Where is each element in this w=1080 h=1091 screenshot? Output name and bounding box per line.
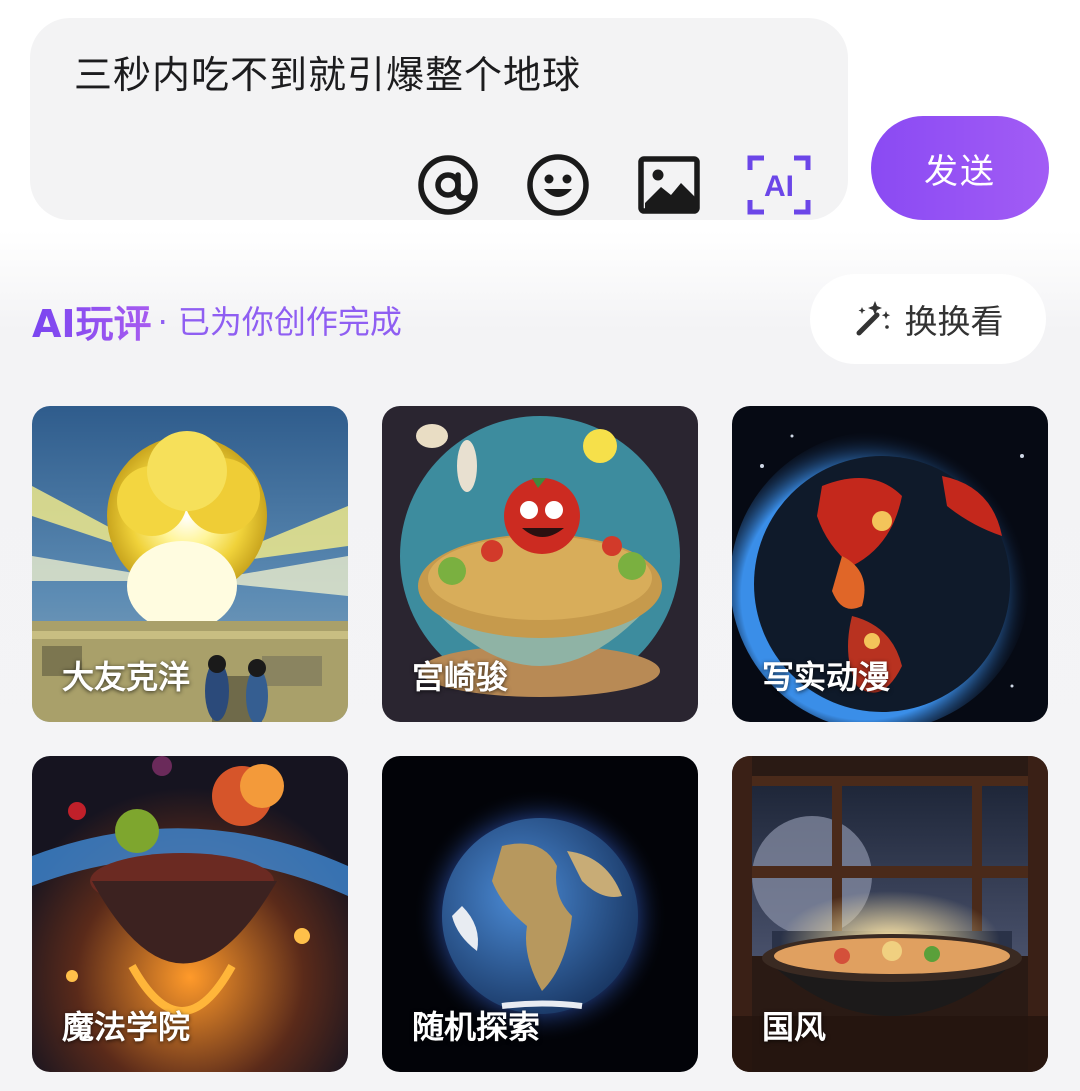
shuffle-label: 换换看 [904,302,1004,341]
style-card-magic-academy[interactable]: 魔法学院 [32,756,348,1072]
style-label: 写实动漫 [762,658,891,696]
style-label: 国风 [762,1008,827,1046]
section-subtitle: · 已为你创作完成 [157,303,402,341]
ai-icon[interactable]: AI [746,152,812,218]
send-button[interactable]: 发送 [871,116,1049,220]
style-label: 随机探索 [412,1008,541,1046]
style-grid: 大友克洋 宫崎骏 写实动漫 魔法学院 随机探索 国风 [32,406,1048,1072]
style-card-otomo[interactable]: 大友克洋 [32,406,348,722]
style-card-random-explore[interactable]: 随机探索 [382,756,698,1072]
style-card-guofeng[interactable]: 国风 [732,756,1048,1072]
comment-input[interactable]: 三秒内吃不到就引爆整个地球 [74,44,581,99]
style-label: 魔法学院 [62,1008,191,1046]
section-title: AI玩评 [32,293,152,348]
comment-composer: 三秒内吃不到就引爆整个地球 AI [30,18,848,220]
ai-icon-label: AI [764,170,794,203]
at-icon[interactable] [415,152,481,218]
section-header: AI玩评 · 已为你创作完成 [32,290,402,350]
emoji-icon[interactable] [525,152,591,218]
style-card-ghibli[interactable]: 宫崎骏 [382,406,698,722]
page: 三秒内吃不到就引爆整个地球 AI 发送 AI玩评 · 已为你创作完成 换换看 大… [0,0,1080,1091]
style-card-realistic-anime[interactable]: 写实动漫 [732,406,1048,722]
image-icon[interactable] [636,152,702,218]
magic-wand-icon [853,297,893,341]
style-label: 宫崎骏 [412,658,509,696]
shuffle-button[interactable]: 换换看 [810,274,1046,364]
style-label: 大友克洋 [62,658,191,696]
